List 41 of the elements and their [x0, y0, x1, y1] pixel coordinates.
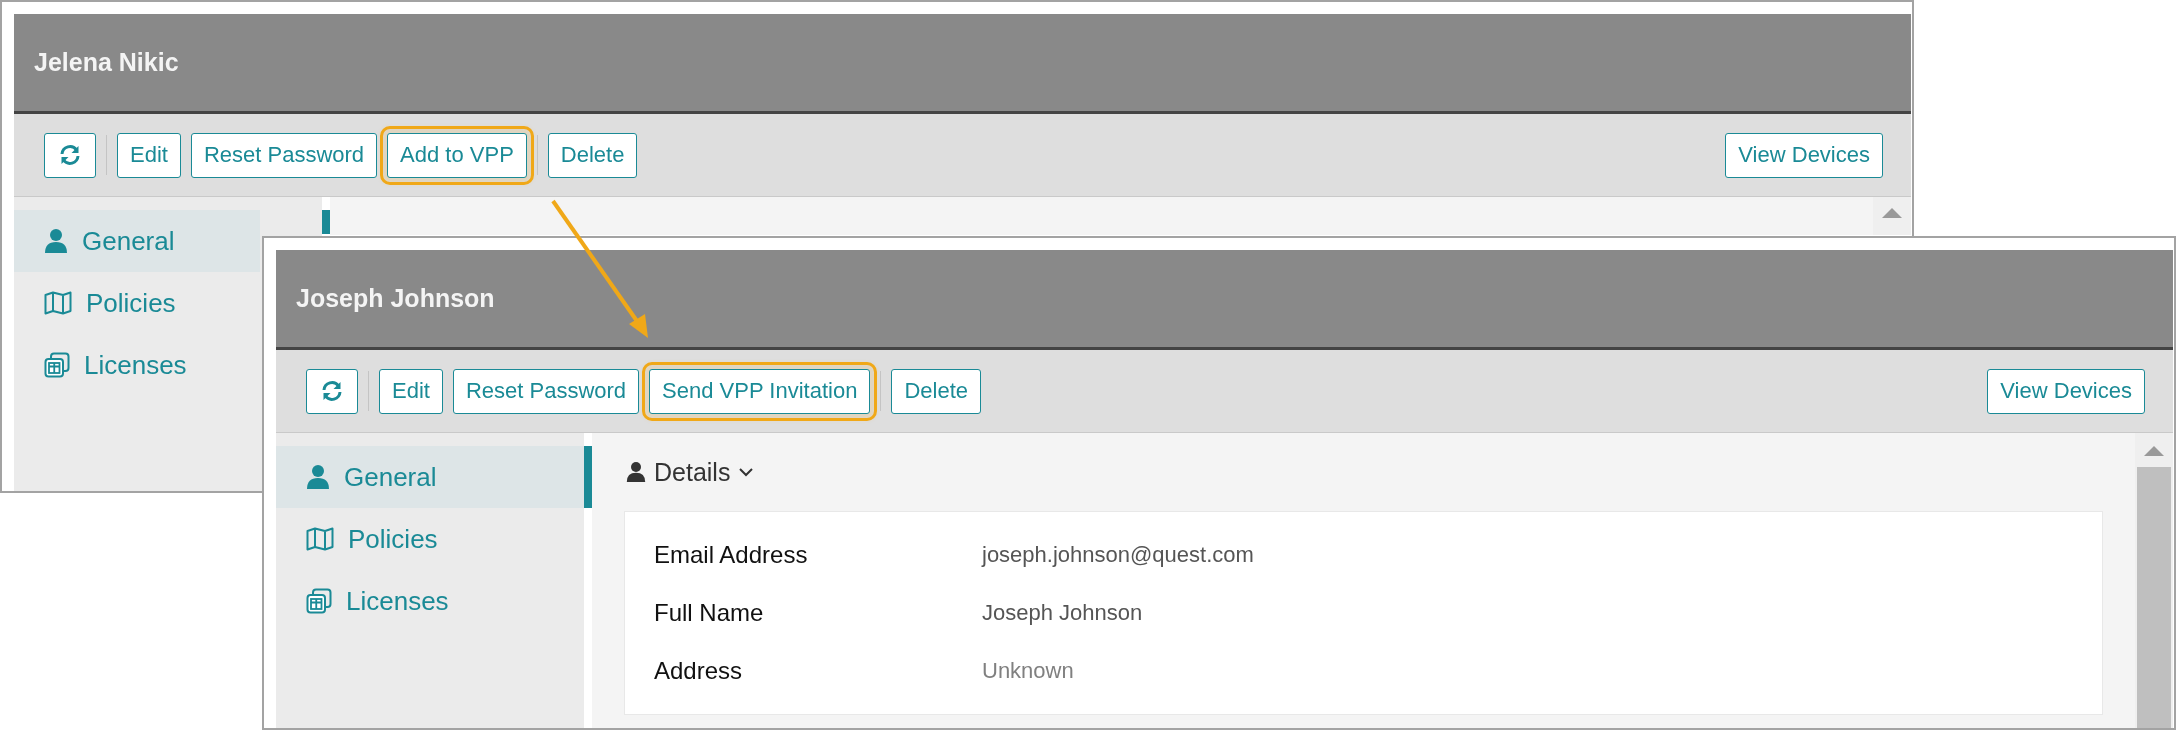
person-icon: [44, 228, 68, 254]
sidebar-item[interactable]: Policies: [14, 272, 260, 334]
toolbar-button[interactable]: Delete: [547, 132, 638, 178]
field-value: Joseph Johnson: [982, 600, 1143, 626]
refresh-icon: [58, 143, 82, 167]
refresh-button[interactable]: [44, 132, 96, 178]
details-toggle[interactable]: Details: [624, 433, 2103, 511]
chevron-down-icon: [738, 467, 755, 477]
scrollbar[interactable]: [2135, 433, 2173, 728]
sidebar-item[interactable]: Licenses: [276, 570, 584, 632]
scroll-up-icon[interactable]: [2143, 445, 2165, 457]
sidebar-item[interactable]: General: [14, 210, 260, 272]
scroll-up-icon[interactable]: [1881, 207, 1903, 219]
field-label: Email Address: [654, 541, 809, 569]
sidebar-item[interactable]: Policies: [276, 508, 584, 570]
person-icon: [626, 461, 646, 483]
map-icon: [306, 527, 334, 551]
map-icon: [44, 291, 72, 315]
stacked-boxes-icon: [306, 588, 332, 614]
toolbar-button[interactable]: Edit: [379, 368, 443, 414]
refresh-icon: [320, 379, 344, 403]
field-value: joseph.johnson@quest.com: [982, 542, 1254, 568]
sidebar-item[interactable]: General: [276, 446, 584, 508]
selection-indicator: [322, 210, 330, 234]
stacked-boxes-icon: [44, 352, 70, 378]
selection-indicator: [584, 446, 592, 508]
toolbar-button[interactable]: Reset Password: [190, 132, 378, 178]
scrollbar[interactable]: [1873, 197, 1911, 235]
sidebar-item[interactable]: Licenses: [14, 334, 260, 396]
window-title: Jelena Nikic: [34, 48, 179, 77]
window-title: Joseph Johnson: [296, 284, 495, 313]
field-label: Address: [654, 657, 744, 685]
toolbar-button[interactable]: Edit: [117, 132, 181, 178]
toolbar-button[interactable]: Delete: [891, 368, 981, 414]
field-value: Unknown: [982, 658, 1074, 684]
view-devices-button[interactable]: View Devices: [1725, 132, 1883, 178]
toolbar-button[interactable]: Reset Password: [452, 368, 640, 414]
refresh-button[interactable]: [306, 368, 358, 414]
view-devices-button[interactable]: View Devices: [1987, 368, 2145, 414]
field-label: Full Name: [654, 599, 765, 627]
person-icon: [306, 464, 330, 490]
